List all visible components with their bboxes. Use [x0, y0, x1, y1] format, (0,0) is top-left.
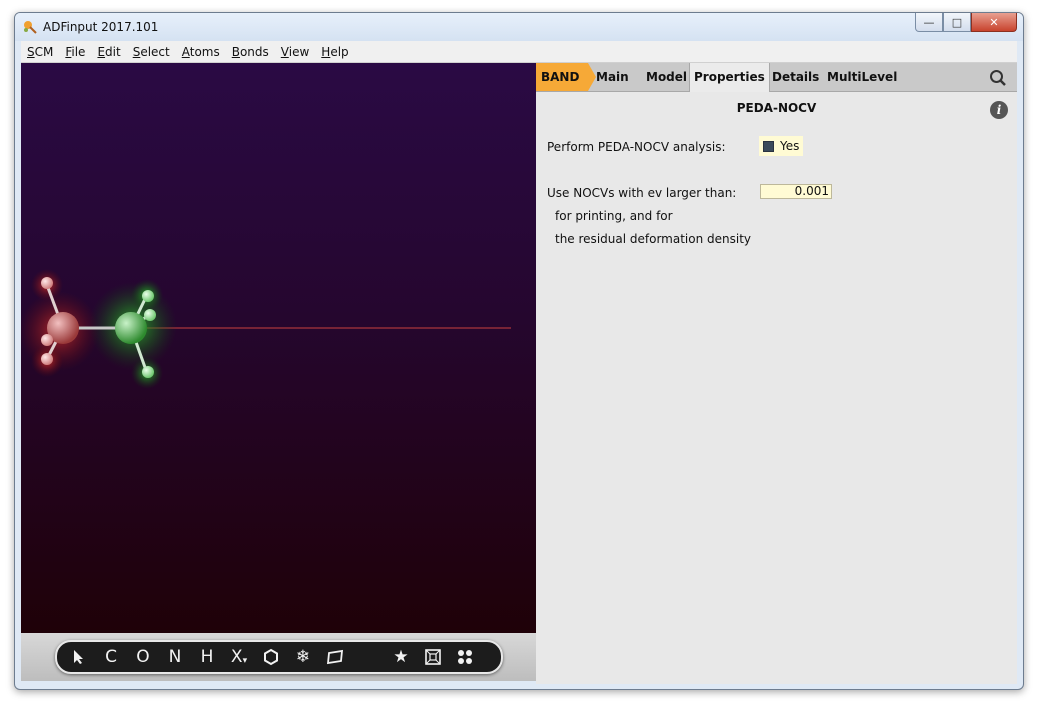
frame-icon	[425, 649, 441, 665]
panel-title: PEDA-NOCV	[736, 101, 817, 115]
hexagon-icon	[264, 648, 278, 666]
other-element-tool[interactable]: X ▾	[223, 643, 255, 671]
peda-checkbox-label: Yes	[780, 139, 800, 153]
tab-properties[interactable]: Properties	[689, 63, 770, 92]
menu-file[interactable]: File	[59, 45, 91, 59]
tab-multilevel[interactable]: MultiLevel	[827, 63, 897, 91]
plane-icon	[326, 649, 344, 665]
nocv-label-line3: the residual deformation density	[555, 232, 752, 246]
molecule-viewport[interactable]	[21, 63, 536, 633]
menu-scm[interactable]: SCM	[21, 45, 59, 59]
tab-band[interactable]: BAND	[536, 63, 596, 91]
atom-h6	[142, 366, 154, 378]
snowflake-icon: ❄	[295, 647, 311, 667]
title-bar: ADFinput 2017.101 — □ ✕	[15, 13, 1023, 41]
preoptimize-tool[interactable]: ❄	[287, 643, 319, 671]
atom-h4	[142, 290, 154, 302]
info-icon[interactable]: i	[990, 101, 1008, 119]
close-button[interactable]: ✕	[971, 13, 1017, 32]
menu-atoms[interactable]: Atoms	[176, 45, 226, 59]
plane-tool[interactable]	[319, 643, 351, 671]
window-title: ADFinput 2017.101	[43, 20, 159, 34]
peda-label: Perform PEDA-NOCV analysis:	[547, 140, 726, 154]
bottom-toolbar-area: C O N H X ▾ ❄ ★	[21, 633, 536, 681]
menu-edit[interactable]: Edit	[91, 45, 126, 59]
fragments-icon	[458, 650, 472, 664]
maximize-button[interactable]: □	[943, 13, 971, 32]
checkbox-icon	[763, 140, 774, 152]
carbon-tool[interactable]: C	[95, 643, 127, 671]
app-window: ADFinput 2017.101 — □ ✕ SCM File Edit Se…	[14, 12, 1024, 690]
menu-view[interactable]: View	[275, 45, 315, 59]
ring-tool[interactable]	[255, 643, 287, 671]
nocv-label-line2: for printing, and for	[555, 209, 673, 223]
menu-select[interactable]: Select	[127, 45, 176, 59]
atom-h2	[41, 334, 53, 346]
close-icon: ✕	[989, 15, 999, 29]
menu-bonds[interactable]: Bonds	[226, 45, 275, 59]
oxygen-tool[interactable]: O	[127, 643, 159, 671]
atom-h1	[41, 277, 53, 289]
atom-h5	[144, 309, 156, 321]
minimize-icon: —	[923, 15, 935, 29]
frame-tool[interactable]	[417, 643, 449, 671]
search-icon[interactable]	[989, 69, 1007, 87]
adf-app-icon	[24, 21, 37, 34]
atom-h3	[41, 353, 53, 365]
peda-checkbox[interactable]: Yes	[759, 136, 804, 156]
atom-c2	[115, 312, 147, 344]
menu-bar: SCM File Edit Select Atoms Bonds View He…	[21, 41, 1017, 63]
arrow-icon	[74, 650, 83, 664]
menu-help[interactable]: Help	[315, 45, 354, 59]
minimize-button[interactable]: —	[915, 13, 943, 32]
tab-model[interactable]: Model	[646, 63, 687, 91]
select-tool[interactable]	[63, 643, 95, 671]
tab-bar: BAND Main Model Properties Details Multi…	[536, 63, 1017, 92]
properties-panel: BAND Main Model Properties Details Multi…	[536, 63, 1017, 684]
tab-main[interactable]: Main	[596, 63, 629, 91]
favorite-tool[interactable]: ★	[385, 643, 417, 671]
nocv-label: Use NOCVs with ev larger than:	[547, 186, 737, 200]
hydrogen-tool[interactable]: H	[191, 643, 223, 671]
atom-toolbar: C O N H X ▾ ❄ ★	[55, 640, 503, 674]
tab-details[interactable]: Details	[772, 63, 819, 91]
star-icon: ★	[393, 647, 409, 667]
maximize-icon: □	[951, 15, 963, 29]
molecule-drawing	[21, 269, 511, 389]
nitrogen-tool[interactable]: N	[159, 643, 191, 671]
nocv-threshold-input[interactable]: 0.001	[760, 184, 832, 199]
fragments-tool[interactable]	[449, 643, 481, 671]
